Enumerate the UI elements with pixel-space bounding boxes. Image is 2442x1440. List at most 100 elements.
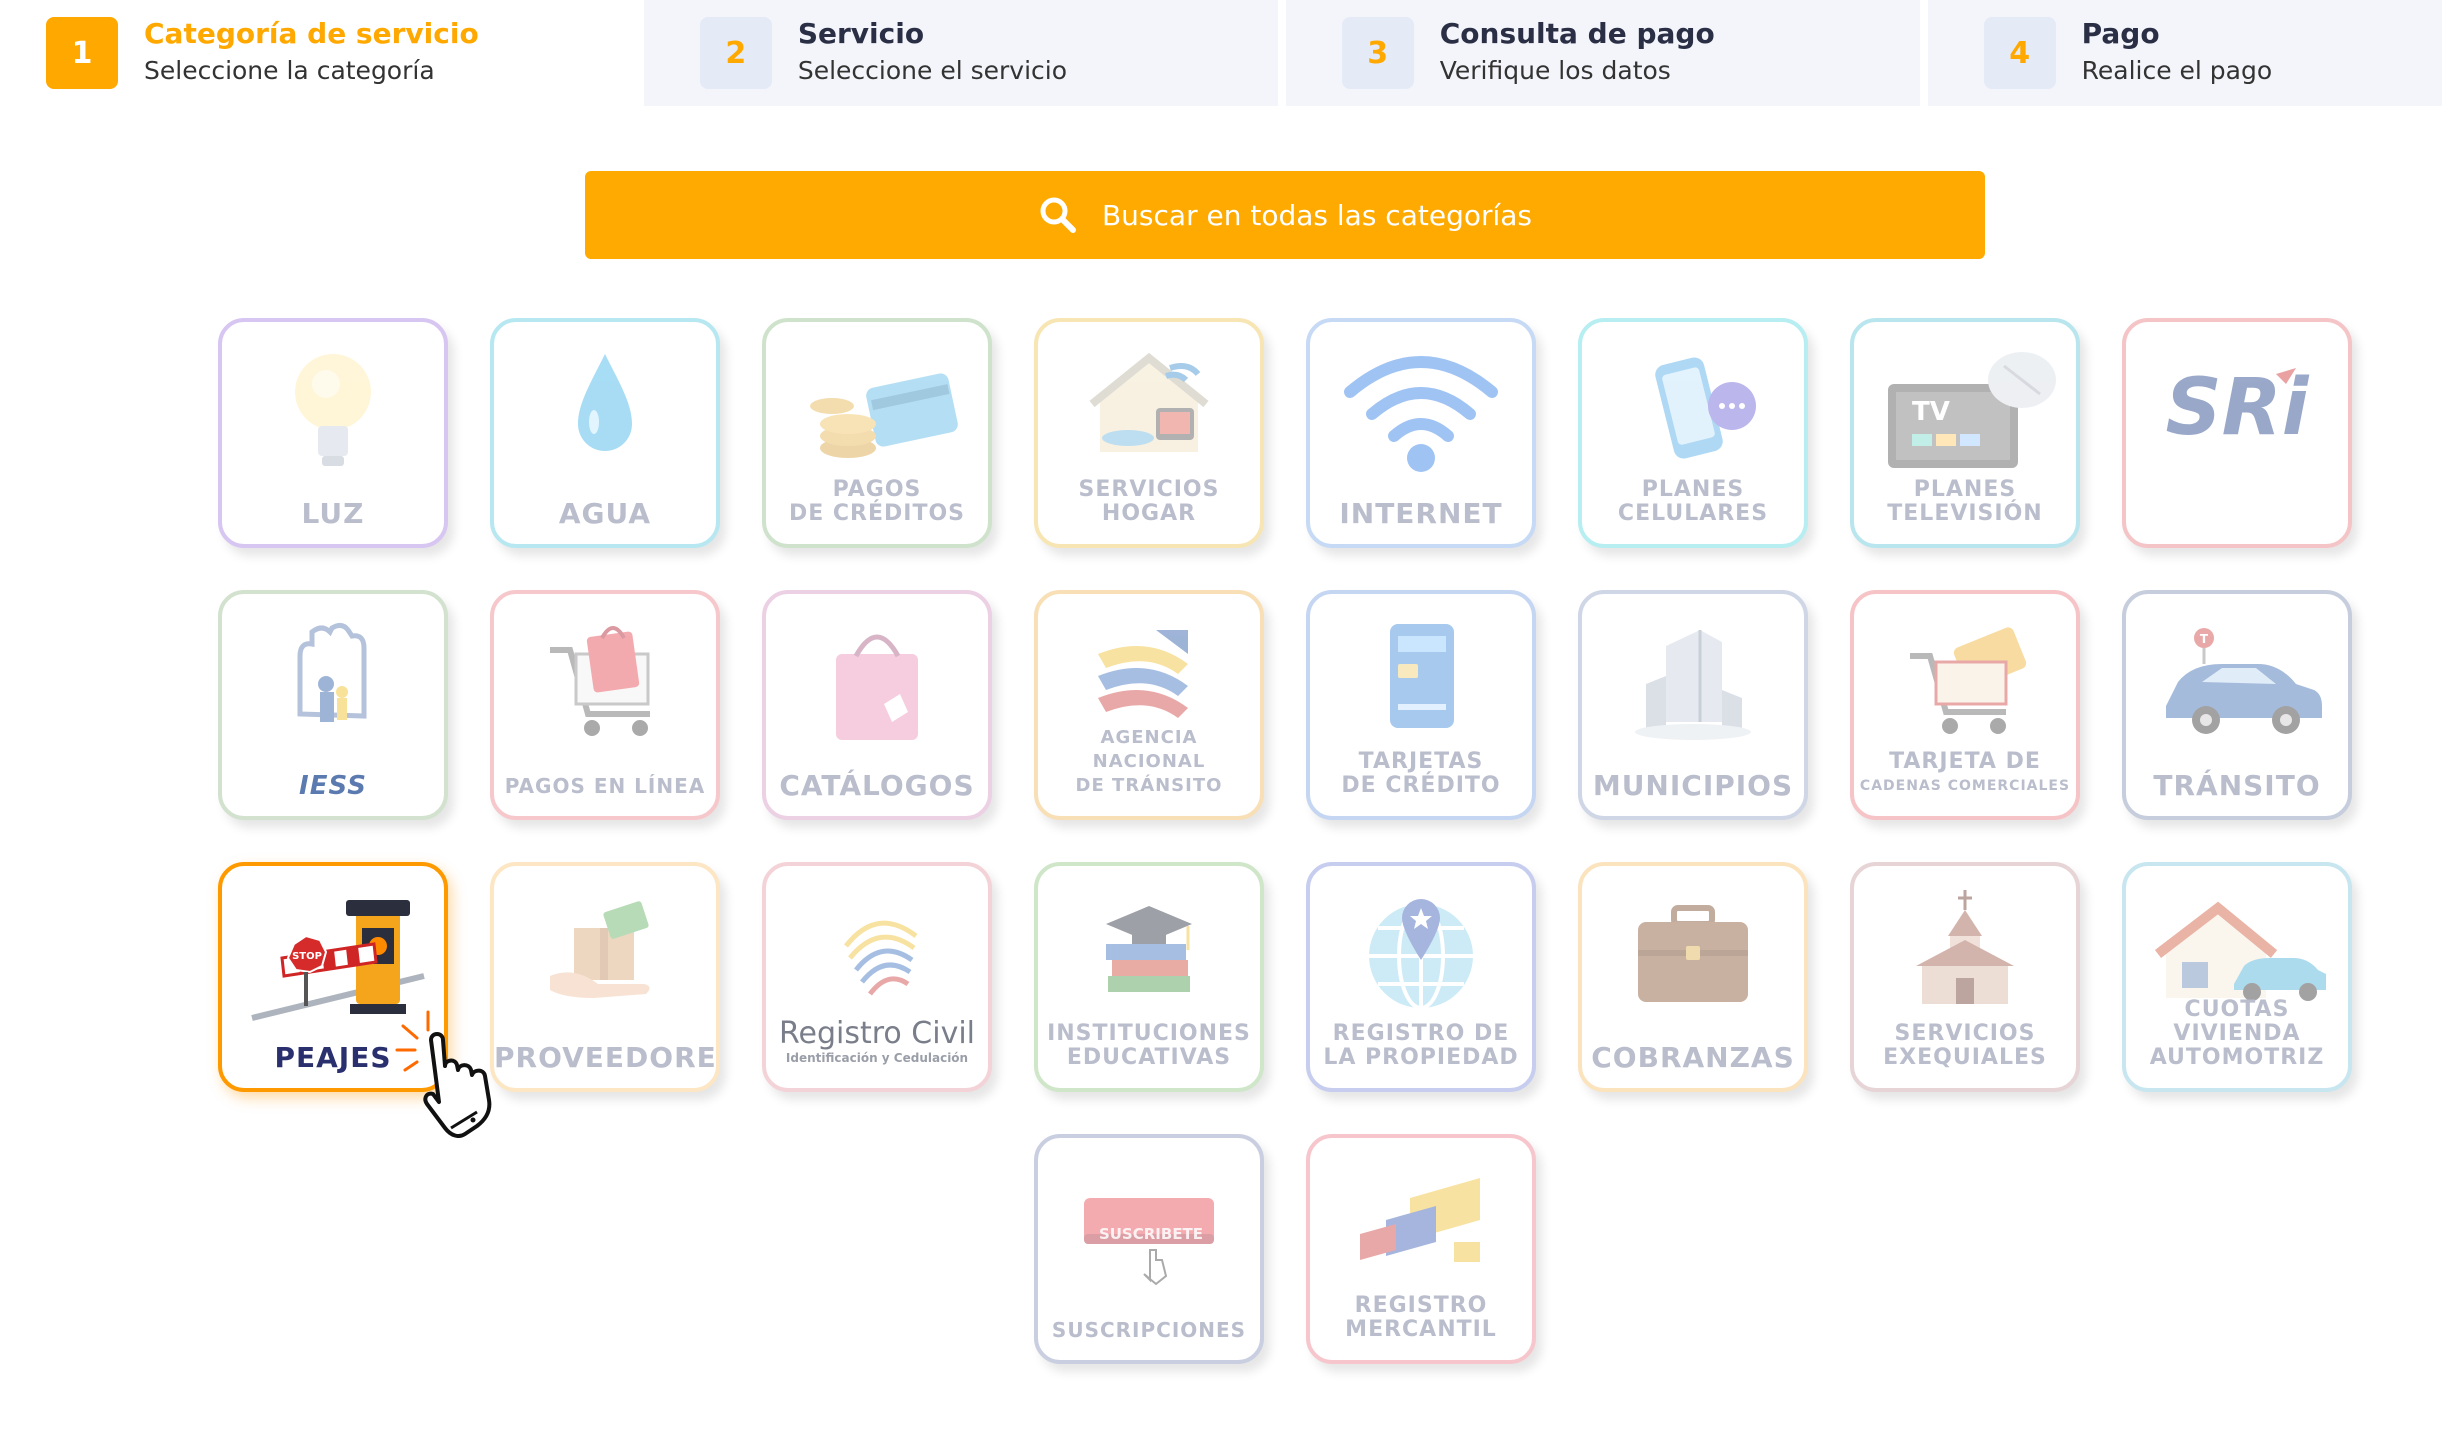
category-label-line1: SERVICIOS <box>1894 1021 2036 1046</box>
registro-mercantil-logo-icon <box>1360 1178 1480 1262</box>
step-subtitle: Seleccione la categoría <box>144 56 435 85</box>
step-title: Consulta de pago <box>1439 17 1715 50</box>
lightbulb-icon <box>295 354 371 466</box>
category-label: AGUA <box>494 497 716 530</box>
category-tile-catalogos[interactable]: CATÁLOGOS <box>762 590 992 820</box>
fingerprint-icon <box>844 920 918 996</box>
category-label: PAGOS EN LÍNEA <box>494 774 716 798</box>
iess-logo-icon <box>297 622 367 722</box>
category-tile-registro-mercantil[interactable]: REGISTRO MERCANTIL <box>1306 1134 1536 1364</box>
building-icon <box>1635 630 1751 740</box>
wifi-icon <box>1344 356 1498 472</box>
category-label-line2: DE CRÉDITO <box>1341 773 1501 798</box>
category-tile-planes-celulares[interactable]: PLANES CELULARES <box>1578 318 1808 548</box>
cart-card-icon <box>1910 627 2027 734</box>
step-servicio[interactable]: 2 Servicio Seleccione el servicio <box>643 0 1278 106</box>
search-placeholder: Buscar en todas las categorías <box>1101 198 1533 232</box>
category-label: TARJETAS DE CRÉDITO <box>1310 750 1532 798</box>
category-tile-cobranzas[interactable]: COBRANZAS <box>1578 862 1808 1092</box>
category-tile-internet[interactable]: INTERNET <box>1306 318 1536 548</box>
category-tile-sri[interactable]: SRiSRi <box>2122 318 2352 548</box>
category-label-line2: NACIONAL <box>1092 751 1206 772</box>
category-tile-registro-civil[interactable]: Registro Civil Identificación y Cedulació… <box>762 862 992 1092</box>
step-title: Servicio <box>797 17 925 50</box>
step-divider <box>1277 0 1286 106</box>
toll-barrier-icon: STOP <box>251 900 425 1021</box>
category-tile-cuotas-vivienda[interactable]: CUOTAS VIVIENDA AUTOMOTRIZ <box>2122 862 2352 1092</box>
step-consulta-pago[interactable]: 3 Consulta de pago Verifique los datos <box>1285 0 1920 106</box>
sri-logo-icon: SRi <box>2166 363 2310 453</box>
step-number: 4 <box>1983 17 2056 89</box>
shopping-cart-icon <box>550 626 650 736</box>
category-tile-luz[interactable]: LUZ <box>218 318 448 548</box>
step-number: 1 <box>46 17 118 89</box>
category-label-line1: SUSCRIPCIONES <box>1051 1318 1247 1342</box>
category-label-line2: MERCANTIL <box>1345 1317 1497 1342</box>
category-label: AGENCIA NACIONAL DE TRÁNSITO <box>1038 726 1260 798</box>
category-label-line1: PLANES <box>1913 477 2017 502</box>
checkout-stepper: 1 Categoría de servicio Seleccione la ca… <box>0 0 2442 106</box>
box-hand-icon <box>550 901 650 998</box>
category-tile-suscripciones[interactable]: SUSCRIBETE SUSCRIPCIONES <box>1034 1134 1264 1364</box>
category-label-line1: PLANES <box>1641 477 1745 502</box>
category-label-line1: INTERNET <box>1339 497 1503 530</box>
phone-chat-icon <box>1655 357 1756 459</box>
graduation-books-icon <box>1106 906 1192 992</box>
step-subtitle: Seleccione el servicio <box>797 56 1068 85</box>
category-tile-iess[interactable]: IESS <box>218 590 448 820</box>
category-tile-transito[interactable]: T TRÁNSITO <box>2122 590 2352 820</box>
category-label-line1: PAGOS <box>832 477 922 502</box>
category-logo-subtext: Identificación y Cedulación <box>785 1051 969 1065</box>
category-tile-municipios[interactable]: MUNICIPIOS <box>1578 590 1808 820</box>
step-categoria[interactable]: 1 Categoría de servicio Seleccione la ca… <box>0 0 636 106</box>
category-label: PLANES TELEVISIÓN <box>1854 478 2076 526</box>
category-tile-servicios-hogar[interactable]: SERVICIOS HOGAR <box>1034 318 1264 548</box>
category-label-line1: LUZ <box>301 497 365 530</box>
step-divider <box>635 0 644 106</box>
category-tile-tarjeta-cadenas[interactable]: TARJETA DE CADENAS COMERCIALES <box>1850 590 2080 820</box>
category-label: COBRANZAS <box>1582 1044 1804 1072</box>
category-label: TARJETA DE CADENAS COMERCIALES <box>1854 750 2076 798</box>
subscribe-badge-text: SUSCRIBETE <box>1098 1225 1204 1243</box>
shopping-bag-icon <box>836 634 918 740</box>
home-services-icon <box>1089 352 1209 452</box>
category-label-line1: AGENCIA <box>1100 727 1198 748</box>
category-label: PLANES CELULARES <box>1582 478 1804 526</box>
category-label-line1: TARJETA DE <box>1889 749 2041 774</box>
category-label-line2: TELEVISIÓN <box>1887 501 2043 526</box>
category-tile-tarjetas-credito[interactable]: TARJETAS DE CRÉDITO <box>1306 590 1536 820</box>
category-tile-instituciones-educativas[interactable]: INSTITUCIONES EDUCATIVAS <box>1034 862 1264 1092</box>
svg-text:STOP: STOP <box>292 951 322 962</box>
category-logo-text: Registro Civil <box>779 1016 975 1051</box>
category-label: REGISTRO DE LA PROPIEDAD <box>1310 1022 1532 1070</box>
category-label: SERVICIOS EXEQUIALES <box>1854 1022 2076 1070</box>
category-tile-pagos-linea[interactable]: PAGOS EN LÍNEA <box>490 590 720 820</box>
car-icon: T <box>2166 628 2322 734</box>
step-subtitle: Verifique los datos <box>1439 56 1671 85</box>
coins-card-icon <box>810 373 958 458</box>
category-label-line3: DE TRÁNSITO <box>1075 775 1223 796</box>
category-label: SERVICIOS HOGAR <box>1038 478 1260 526</box>
subscribe-button-icon <box>1084 1198 1214 1286</box>
category-tile-pagos-creditos[interactable]: PAGOS DE CRÉDITOS <box>762 318 992 548</box>
category-label-line2: CELULARES <box>1617 501 1769 526</box>
globe-pin-icon <box>1369 899 1473 1010</box>
category-tile-agua[interactable]: AGUA <box>490 318 720 548</box>
category-label-line1: AGUA <box>558 497 652 530</box>
category-label-line1: SERVICIOS <box>1078 477 1220 502</box>
category-tile-servicios-exequiales[interactable]: SERVICIOS EXEQUIALES <box>1850 862 2080 1092</box>
category-label-line2: AUTOMOTRIZ <box>2149 1045 2325 1070</box>
step-number: 3 <box>1341 17 1414 89</box>
category-label-line2: LA PROPIEDAD <box>1323 1045 1519 1070</box>
category-tile-planes-television[interactable]: TV PLANES TELEVISIÓN <box>1850 318 2080 548</box>
step-divider <box>1919 0 1928 106</box>
category-tile-registro-propiedad[interactable]: REGISTRO DE LA PROPIEDAD <box>1306 862 1536 1092</box>
step-pago[interactable]: 4 Pago Realice el pago <box>1927 0 2442 106</box>
step-subtitle: Realice el pago <box>2081 56 2273 85</box>
category-tile-ant[interactable]: AGENCIA NACIONAL DE TRÁNSITO <box>1034 590 1264 820</box>
search-all-categories-button[interactable]: Buscar en todas las categorías <box>585 171 1985 259</box>
category-label: IESS <box>222 773 444 799</box>
step-title: Pago <box>2081 17 2160 50</box>
category-label: CATÁLOGOS <box>766 772 988 800</box>
church-icon <box>1916 890 2014 1004</box>
